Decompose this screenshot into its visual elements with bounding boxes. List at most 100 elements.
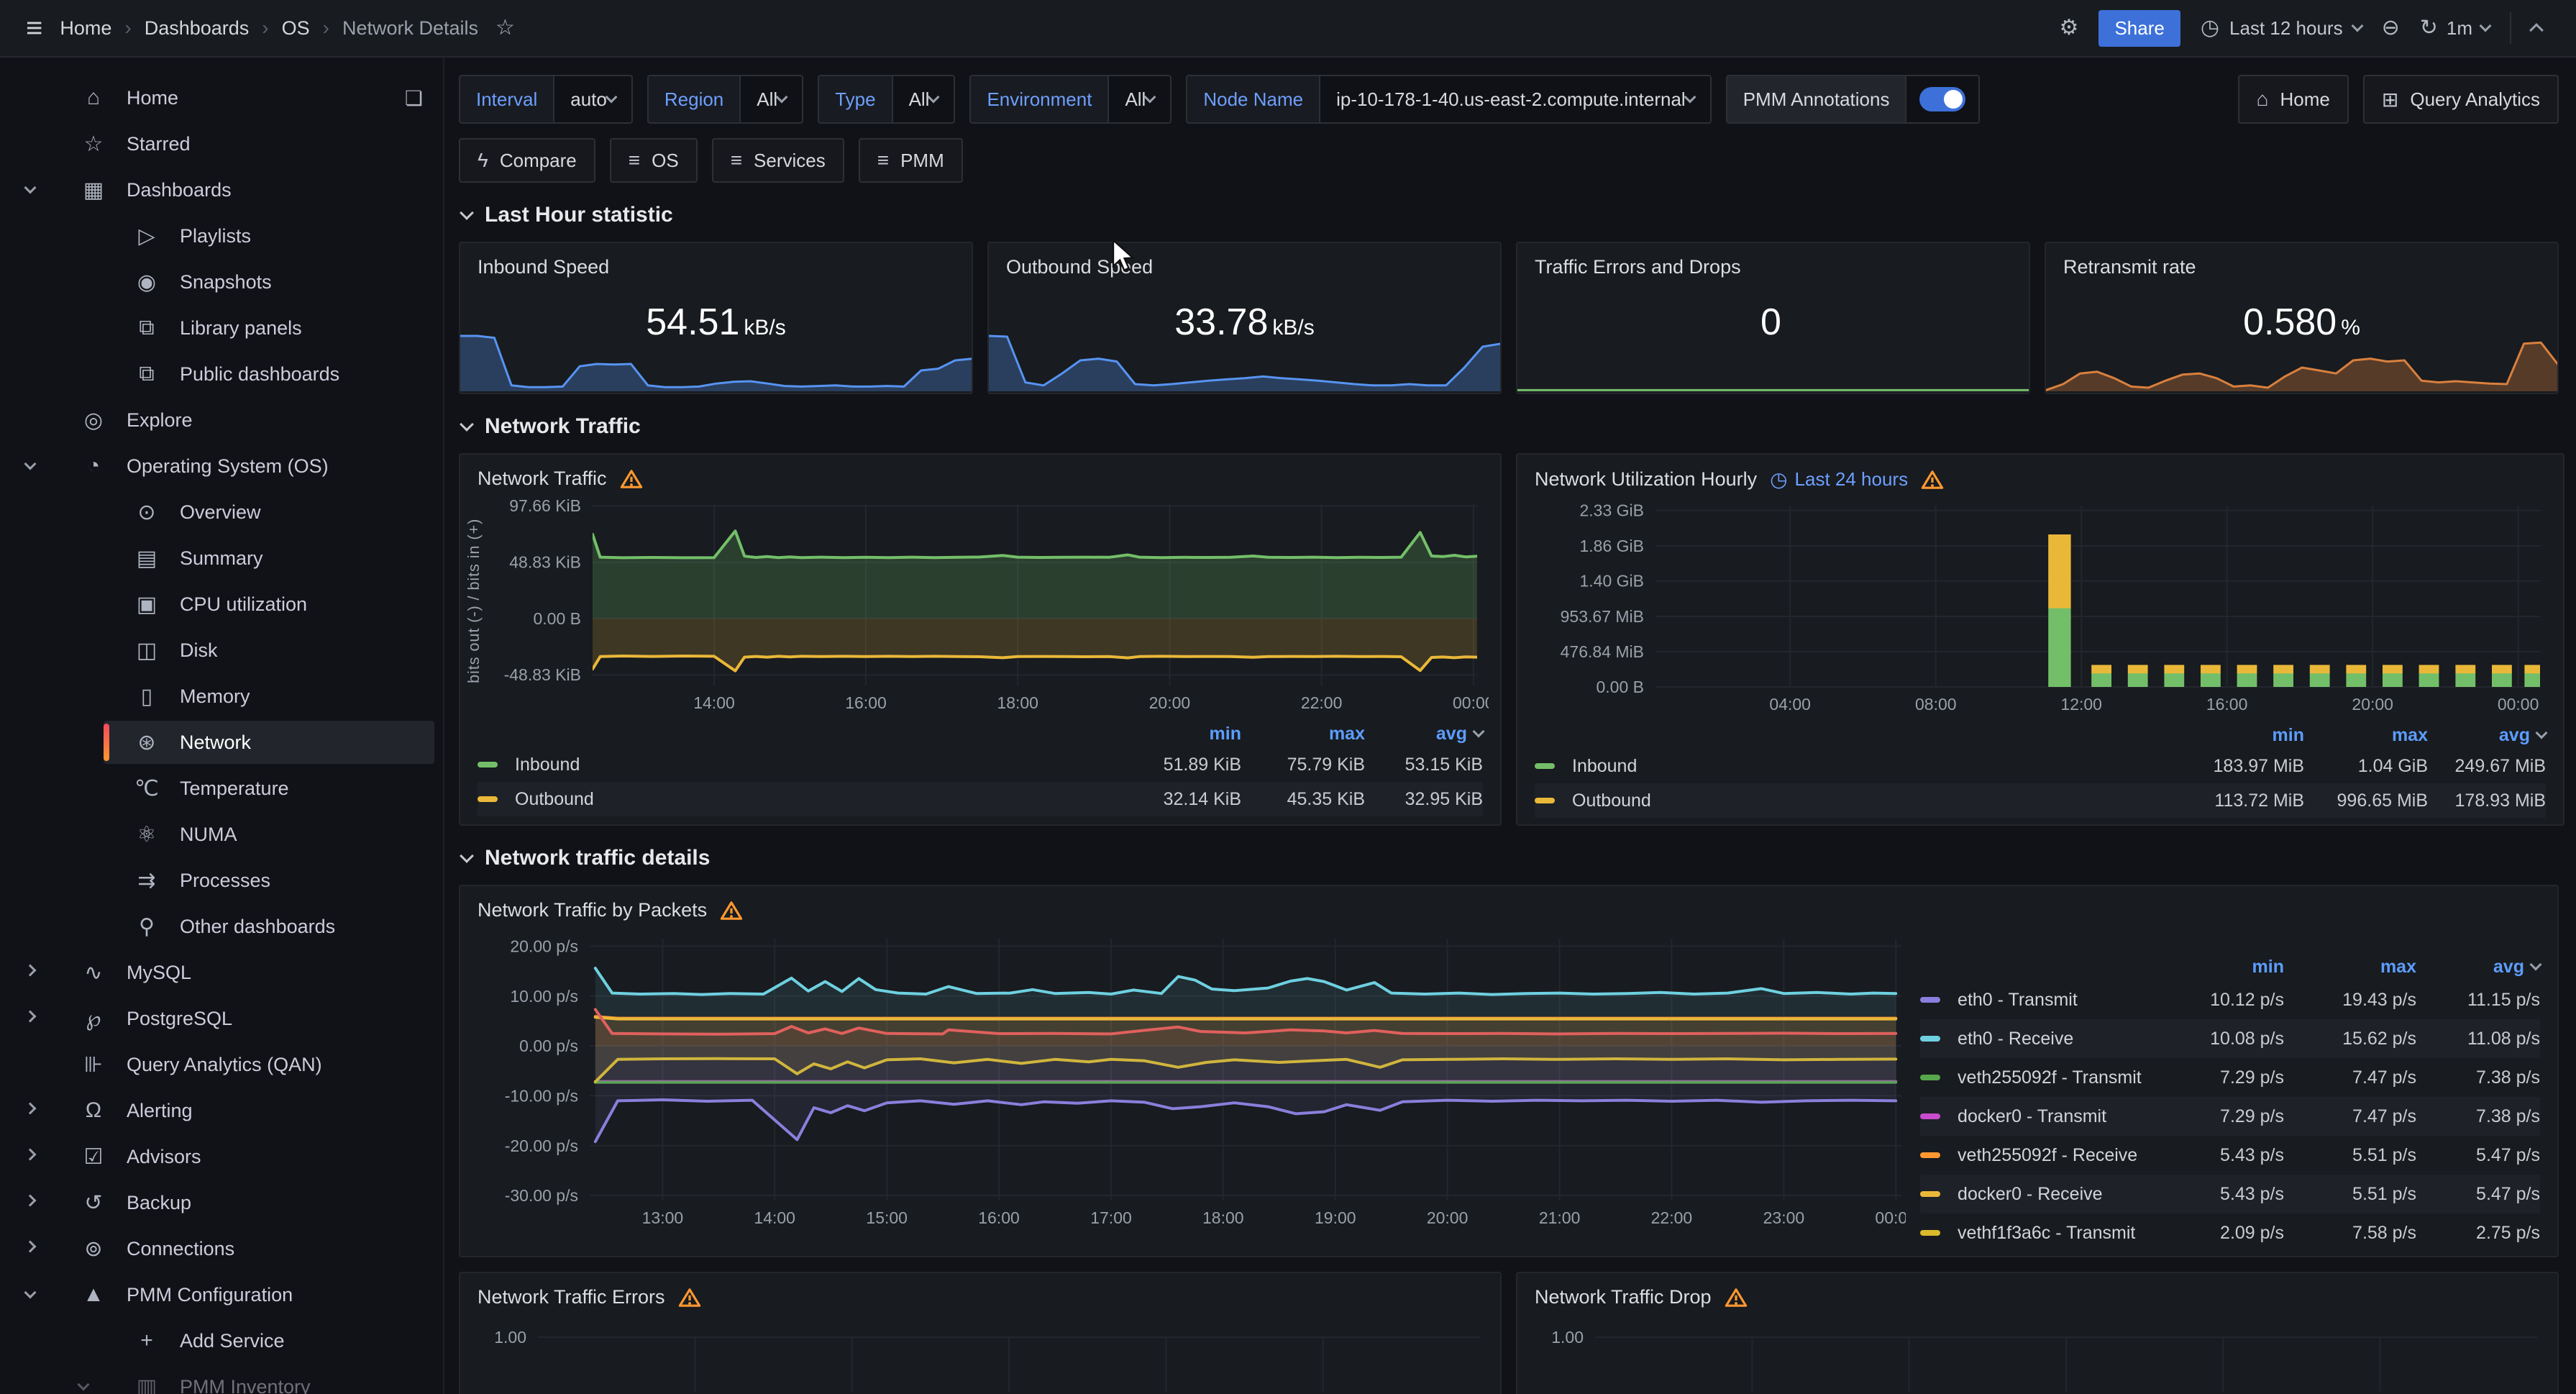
collapse-panel-icon[interactable]: ❏ <box>405 86 423 110</box>
series-label[interactable]: veth255092f - Transmit <box>1958 1067 2152 1088</box>
series-label[interactable]: eth0 - Receive <box>1958 1029 2152 1049</box>
panel-title[interactable]: Outbound Speed <box>1006 256 1153 278</box>
sidebar-item-memory[interactable]: ▯ Memory <box>0 673 443 719</box>
environment-select[interactable]: All <box>1107 75 1171 124</box>
series-label[interactable]: docker0 - Receive <box>1958 1184 2152 1205</box>
environment-label[interactable]: Environment <box>969 75 1107 124</box>
sidebar-item-explore[interactable]: ◎ Explore <box>0 397 443 443</box>
chevron-down-icon[interactable] <box>24 458 37 470</box>
series-label[interactable]: Inbound <box>1572 756 2180 777</box>
series-label[interactable]: vethf1f3a6c - Transmit <box>1958 1223 2152 1244</box>
sidebar-item-temperature[interactable]: ℃ Temperature <box>0 765 443 811</box>
sidebar-item-overview[interactable]: ⊙ Overview <box>0 489 443 535</box>
sidebar-item-snapshots[interactable]: ◉ Snapshots <box>0 259 443 305</box>
type-label[interactable]: Type <box>818 75 891 124</box>
chevron-right-icon[interactable] <box>24 1011 37 1023</box>
sidebar-item-operating-system-os[interactable]: ◔ Operating System (OS) <box>0 443 443 489</box>
panel-title[interactable]: Retransmit rate <box>2063 256 2196 278</box>
warning-icon[interactable] <box>720 900 743 921</box>
chevron-right-icon[interactable] <box>24 1241 37 1253</box>
compare-button[interactable]: ϟCompare <box>459 138 595 183</box>
sidebar-item-cpu-utilization[interactable]: ▣ CPU utilization <box>0 581 443 627</box>
panel-title[interactable]: Network Utilization Hourly <box>1535 468 1757 491</box>
sidebar-item-add-service[interactable]: + Add Service <box>0 1318 443 1364</box>
sidebar-item-pmm-inventory[interactable]: ▥ PMM Inventory <box>0 1364 443 1394</box>
pmm-annotations-toggle[interactable] <box>1905 75 1980 124</box>
refresh-picker[interactable]: ↻ 1m <box>2420 17 2490 40</box>
sidebar-item-library-panels[interactable]: ⧉ Library panels <box>0 305 443 351</box>
series-label[interactable]: Inbound <box>515 755 1118 775</box>
section-network-traffic[interactable]: Network Traffic <box>462 414 2559 439</box>
collapse-kiosk-caret-up-icon[interactable] <box>2529 23 2544 37</box>
chevron-down-icon[interactable] <box>78 1379 90 1391</box>
query-analytics-button[interactable]: ⊞ Query Analytics <box>2363 75 2559 124</box>
sidebar-item-label: Connections <box>127 1238 234 1260</box>
chevron-right-icon[interactable] <box>24 1149 37 1161</box>
sidebar-item-other-dashboards[interactable]: ⚲ Other dashboards <box>0 903 443 949</box>
services-menu-button[interactable]: ≡Services <box>712 138 844 183</box>
sidebar-item-connections[interactable]: ⊚ Connections <box>0 1226 443 1272</box>
panel-title[interactable]: Traffic Errors and Drops <box>1535 256 1741 278</box>
section-last-hour-statistic[interactable]: Last Hour statistic <box>462 203 2559 227</box>
network-utilization-chart: 2.33 GiB1.86 GiB1.40 GiB953.67 MiB476.84… <box>1529 494 2552 719</box>
region-select[interactable]: All <box>739 75 803 124</box>
sidebar-item-starred[interactable]: ☆ Starred <box>0 121 443 167</box>
panel-title[interactable]: Network Traffic <box>478 468 607 490</box>
region-label[interactable]: Region <box>647 75 739 124</box>
panel-title[interactable]: Inbound Speed <box>478 256 609 278</box>
sidebar-item-public-dashboards[interactable]: ⧉ Public dashboards <box>0 351 443 397</box>
series-label[interactable]: Outbound <box>1572 791 2180 811</box>
section-network-traffic-details[interactable]: Network traffic details <box>462 846 2559 870</box>
node-name-label[interactable]: Node Name <box>1186 75 1319 124</box>
chevron-down-icon[interactable] <box>24 1287 37 1299</box>
sidebar-item-pmm-configuration[interactable]: ▲ PMM Configuration <box>0 1272 443 1318</box>
sidebar-item-processes[interactable]: ⇉ Processes <box>0 857 443 903</box>
sidebar-item-query-analytics-qan[interactable]: ⊪ Query Analytics (QAN) <box>0 1042 443 1088</box>
panel-title[interactable]: Network Traffic by Packets <box>478 899 707 921</box>
series-label[interactable]: Outbound <box>515 789 1118 810</box>
interval-select[interactable]: auto <box>553 75 633 124</box>
node-name-select[interactable]: ip-10-178-1-40.us-east-2.compute.interna… <box>1319 75 1712 124</box>
sidebar-item-summary[interactable]: ▤ Summary <box>0 535 443 581</box>
chevron-right-icon[interactable] <box>24 965 37 977</box>
sidebar-item-backup[interactable]: ↺ Backup <box>0 1180 443 1226</box>
sidebar-item-advisors[interactable]: ☑ Advisors <box>0 1134 443 1180</box>
breadcrumb-os[interactable]: OS <box>282 17 310 40</box>
series-label[interactable]: docker0 - Transmit <box>1958 1106 2152 1127</box>
star-favorite-icon[interactable]: ☆ <box>495 17 515 39</box>
series-label[interactable]: veth255092f - Receive <box>1958 1145 2152 1166</box>
home-dashboard-button[interactable]: ⌂ Home <box>2238 75 2349 124</box>
breadcrumb-dashboards[interactable]: Dashboards <box>145 17 250 40</box>
interval-label[interactable]: Interval <box>459 75 553 124</box>
warning-icon[interactable] <box>678 1287 701 1308</box>
sidebar-item-label: PMM Inventory <box>180 1376 311 1394</box>
share-button[interactable]: Share <box>2098 10 2180 47</box>
chevron-right-icon[interactable] <box>24 1195 37 1207</box>
os-menu-button[interactable]: ≡OS <box>610 138 698 183</box>
sidebar-item-dashboards[interactable]: ▦ Dashboards <box>0 167 443 213</box>
breadcrumb-home[interactable]: Home <box>60 17 111 40</box>
zoom-out-icon[interactable]: ⊖ <box>2382 17 2400 39</box>
chevron-right-icon[interactable] <box>24 1103 37 1115</box>
sidebar-item-disk[interactable]: ◫ Disk <box>0 627 443 673</box>
time-override-badge[interactable]: ◷ Last 24 hours <box>1770 468 1908 491</box>
warning-icon[interactable] <box>1921 469 1944 491</box>
pmm-menu-button[interactable]: ≡PMM <box>859 138 963 183</box>
sidebar-item-playlists[interactable]: ▷ Playlists <box>0 213 443 259</box>
sidebar-item-home[interactable]: ⌂ Home ❏ <box>0 75 443 121</box>
sidebar-item-mysql[interactable]: ∿ MySQL <box>0 949 443 996</box>
hamburger-menu-icon[interactable]: ≡ <box>26 14 42 42</box>
panel-title[interactable]: Network Traffic Drop <box>1535 1286 1712 1308</box>
warning-icon[interactable] <box>620 468 643 490</box>
panel-title[interactable]: Network Traffic Errors <box>478 1286 665 1308</box>
dashboard-settings-gear-icon[interactable]: ⚙ <box>2060 17 2079 39</box>
sidebar-item-alerting[interactable]: Ω Alerting <box>0 1088 443 1134</box>
warning-icon[interactable] <box>1725 1287 1748 1308</box>
time-range-picker[interactable]: ◷ Last 12 hours <box>2201 17 2362 40</box>
sidebar-item-numa[interactable]: ⚛ NUMA <box>0 811 443 857</box>
chevron-down-icon[interactable] <box>24 182 37 194</box>
sidebar-item-network[interactable]: ⊛ Network <box>0 719 443 765</box>
type-select[interactable]: All <box>892 75 956 124</box>
sidebar-item-postgresql[interactable]: ℘ PostgreSQL <box>0 996 443 1042</box>
series-label[interactable]: eth0 - Transmit <box>1958 990 2152 1011</box>
